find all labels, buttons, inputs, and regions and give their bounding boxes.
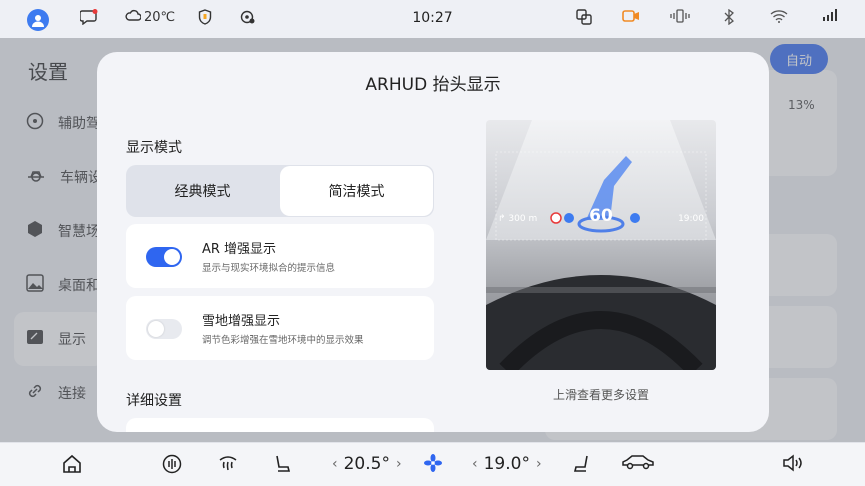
user-avatar[interactable] [27, 9, 49, 31]
option-title: AR 增强显示 [202, 242, 277, 257]
bottom-bar: ‹ 20.5° › ‹ 19.0° › [0, 442, 865, 486]
home-icon[interactable] [62, 454, 82, 474]
temp-up-button[interactable]: › [530, 456, 548, 472]
option-subtitle: 显示与现实环境拟合的提示信息 [202, 263, 336, 274]
cloud-icon [125, 9, 142, 25]
camera-icon[interactable] [622, 9, 640, 23]
detail-settings-label: 详细设置 [126, 393, 182, 409]
message-icon[interactable] [80, 9, 98, 25]
hud-preview: ↱ 300 m 19:00 60 [486, 120, 716, 370]
option-title: 雪地增强显示 [202, 314, 281, 329]
weather-temp: 20℃ [144, 9, 176, 25]
seat-icon[interactable] [573, 454, 591, 474]
hud-graphics [486, 151, 716, 370]
screen-mirror-icon[interactable] [576, 9, 592, 25]
temp-up-button[interactable]: › [390, 456, 408, 472]
arhud-dialog: ARHUD 抬头显示 显示模式 经典模式 简洁模式 AR 增强显示 显示与现实环… [97, 52, 769, 432]
passenger-temp: 19.0° [483, 454, 530, 474]
option-subtitle: 调节色彩增强在雪地环境中的显示效果 [202, 335, 364, 346]
shield-icon[interactable] [198, 9, 212, 25]
passenger-temp-control[interactable]: ‹ 19.0° › [466, 454, 548, 474]
vehicle-icon[interactable] [621, 454, 655, 470]
seat-icon[interactable] [273, 454, 291, 474]
ar-enhance-toggle[interactable] [146, 247, 182, 267]
snow-enhance-toggle[interactable] [146, 319, 182, 339]
detail-settings-card[interactable] [126, 418, 434, 432]
mode-classic-tab[interactable]: 经典模式 [126, 165, 279, 217]
temp-down-button[interactable]: ‹ [466, 456, 484, 472]
wifi-icon[interactable] [770, 9, 788, 23]
weather-widget[interactable]: 20℃ [125, 9, 175, 25]
hud-speed: 60 [589, 206, 613, 226]
settings-badge-icon[interactable] [240, 9, 256, 25]
display-mode-label: 显示模式 [126, 140, 182, 156]
user-icon [27, 9, 49, 31]
driver-temp: 20.5° [343, 454, 390, 474]
scroll-hint: 上滑查看更多设置 [552, 388, 649, 402]
mode-simple-tab[interactable]: 简洁模式 [280, 166, 433, 216]
voice-icon[interactable] [162, 454, 182, 474]
defrost-icon[interactable] [218, 454, 238, 472]
volume-icon[interactable] [782, 454, 804, 472]
status-bar: 20℃ 10:27 [0, 0, 865, 38]
bluetooth-icon[interactable] [724, 9, 734, 25]
fan-icon[interactable] [424, 454, 442, 472]
temp-down-button[interactable]: ‹ [326, 456, 344, 472]
snow-enhance-card[interactable]: 雪地增强显示 调节色彩增强在雪地环境中的显示效果 [126, 296, 434, 360]
signal-icon [822, 9, 838, 21]
dialog-title: ARHUD 抬头显示 [365, 75, 501, 95]
vibrate-icon[interactable] [670, 9, 690, 23]
ar-enhance-card[interactable]: AR 增强显示 显示与现实环境拟合的提示信息 [126, 224, 434, 288]
display-mode-selector: 经典模式 简洁模式 [126, 165, 434, 217]
driver-temp-control[interactable]: ‹ 20.5° › [326, 454, 408, 474]
